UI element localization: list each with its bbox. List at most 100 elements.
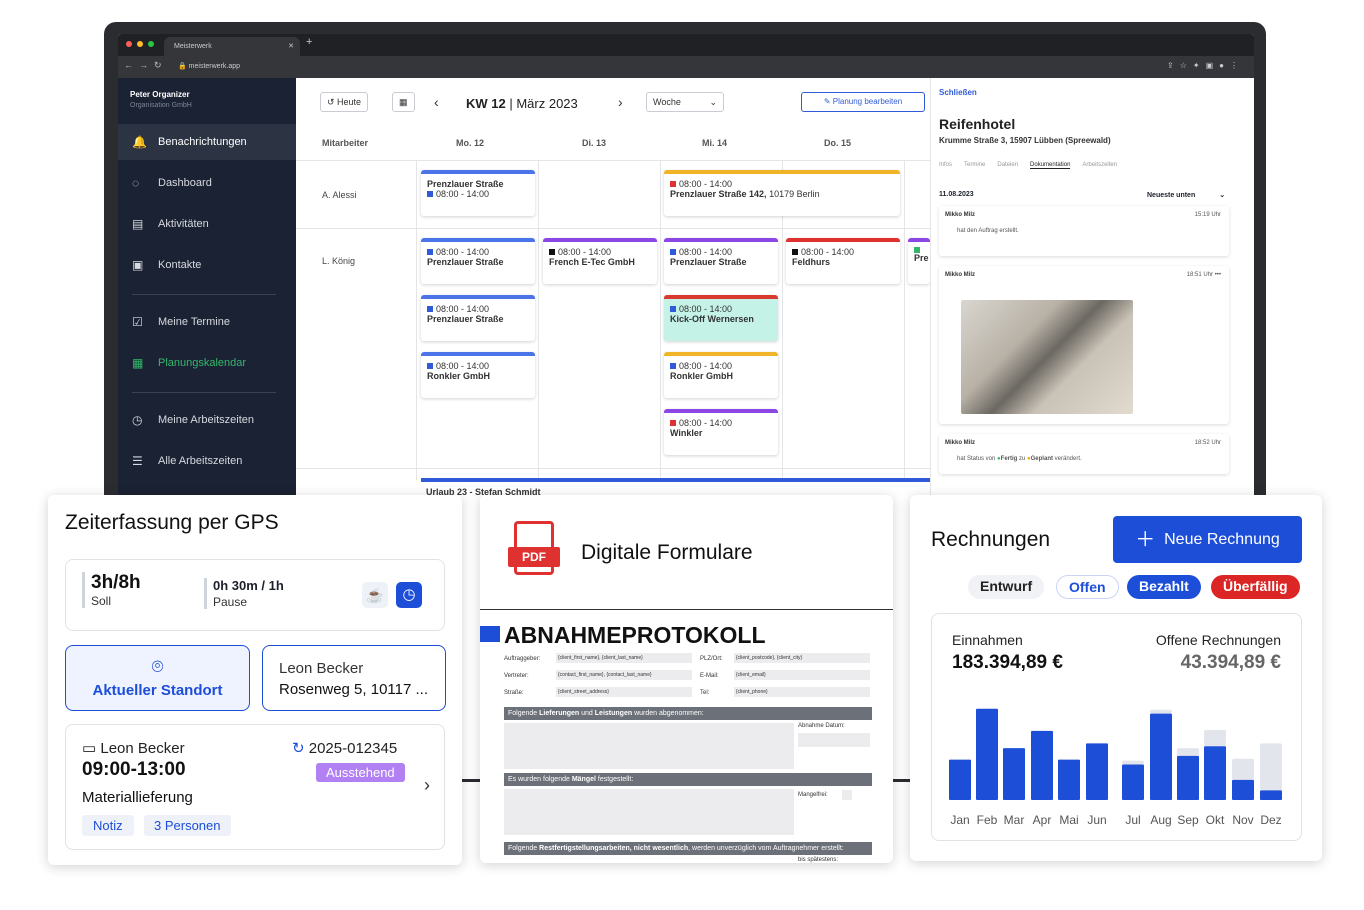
browser-tab[interactable]: Meisterwerk ✕ bbox=[164, 37, 300, 56]
sidebar-item-my-worktimes[interactable]: ◷ Meine Arbeitszeiten bbox=[118, 402, 296, 438]
clock-icon[interactable]: ◷ bbox=[396, 582, 422, 608]
calendar-event[interactable]: 08:00 - 14:00 Winkler bbox=[664, 409, 778, 455]
log-entry: Mikko Milz 18:51 Uhr ••• bbox=[939, 266, 1229, 424]
calendar-event[interactable]: 08:00 - 14:00 Ronkler GmbH bbox=[421, 352, 535, 398]
browser-action-icons[interactable]: ⇪☆✦▣●⋮ bbox=[1167, 61, 1244, 70]
chevron-right-icon[interactable]: › bbox=[424, 775, 430, 796]
sidebar-item-activities[interactable]: ▤ Aktivitäten bbox=[118, 206, 296, 242]
field-value[interactable]: {client_street_address} bbox=[556, 687, 692, 697]
dashboard-icon: ◌ bbox=[132, 176, 140, 190]
filter-draft[interactable]: Entwurf bbox=[968, 575, 1045, 599]
defect-free-checkbox[interactable] bbox=[842, 790, 852, 800]
calendar-event[interactable]: 08:00 - 14:00 Feldhurs bbox=[786, 238, 900, 284]
detail-address: Krumme Straße 3, 15907 Lübben (Spreewald… bbox=[939, 136, 1111, 145]
field-value[interactable]: {contact_first_name}, {contact_last_name… bbox=[556, 670, 692, 680]
deliveries-field[interactable] bbox=[504, 723, 794, 769]
tag-note[interactable]: Notiz bbox=[82, 815, 134, 836]
filter-overdue[interactable]: Überfällig bbox=[1211, 575, 1300, 599]
tab-appointments[interactable]: Termine bbox=[964, 162, 985, 169]
calendar-event[interactable]: 08:00 - 14:00 Prenzlauer Straße 142, 101… bbox=[664, 170, 900, 216]
field-value[interactable]: {client_postcode}, {client_city} bbox=[734, 653, 870, 663]
accept-date-field[interactable] bbox=[798, 733, 870, 747]
list-icon: ☰ bbox=[132, 454, 143, 468]
field-value[interactable]: {client_phone} bbox=[734, 687, 870, 697]
calendar-event[interactable]: Pre bbox=[908, 238, 930, 284]
section-text: Folgende bbox=[508, 845, 540, 852]
filter-open[interactable]: Offen bbox=[1056, 575, 1119, 599]
tab-infos[interactable]: Infos bbox=[939, 162, 952, 169]
new-invoice-button[interactable]: ＋ Neue Rechnung bbox=[1113, 516, 1302, 563]
sidebar-item-dashboard[interactable]: ◌ Dashboard bbox=[118, 165, 296, 201]
current-location-button[interactable]: ⌾ Aktueller Standort bbox=[65, 645, 250, 711]
sidebar-item-label: Alle Arbeitszeiten bbox=[158, 455, 243, 467]
url-field[interactable]: 🔒 meisterwerk.app bbox=[178, 62, 240, 70]
calendar-event[interactable]: 08:00 - 14:00 Prenzlauer Straße bbox=[664, 238, 778, 284]
field-label: Mangelfrei: bbox=[798, 792, 828, 798]
new-invoice-label: Neue Rechnung bbox=[1164, 531, 1280, 548]
close-window-dot[interactable] bbox=[126, 41, 132, 47]
browser-nav-icons[interactable]: ←→↻ bbox=[124, 60, 168, 71]
event-time: 08:00 - 14:00 bbox=[670, 179, 894, 189]
col-header-day: Di. 13 bbox=[582, 138, 607, 148]
log-entry: Mikko Milz 18:52 Uhr hat Status von ●Fer… bbox=[939, 434, 1229, 474]
tab-files[interactable]: Dateien bbox=[997, 162, 1018, 169]
field-value[interactable]: {client_email} bbox=[734, 670, 870, 680]
job-card[interactable]: ▭ Leon Becker ↻ 2025-012345 09:00-13:00 … bbox=[65, 724, 445, 850]
close-tab-icon[interactable]: ✕ bbox=[288, 37, 294, 56]
calendar-event[interactable]: 08:00 - 14:00 French E-Tec GmbH bbox=[543, 238, 657, 284]
calendar-event[interactable]: Prenzlauer Straße 08:00 - 14:00 bbox=[421, 170, 535, 216]
calendar-icon: ▭ bbox=[82, 740, 97, 757]
accent-block bbox=[480, 626, 500, 642]
refresh-icon: ↻ bbox=[292, 740, 305, 757]
job-person-row: ▭ Leon Becker bbox=[82, 739, 185, 757]
sidebar-item-label: Meine Termine bbox=[158, 316, 230, 328]
calendar-event[interactable]: 08:00 - 14:00 Ronkler GmbH bbox=[664, 352, 778, 398]
today-button[interactable]: ↺ Heute bbox=[320, 92, 369, 112]
time-summary: 3h/8h Soll 0h 30m / 1h Pause ☕ ◷ bbox=[65, 559, 445, 631]
event-name: French E-Tec GmbH bbox=[549, 257, 635, 267]
bar-income-Nov bbox=[1232, 779, 1254, 800]
sort-select[interactable]: Neueste unten ⌄ bbox=[1147, 191, 1225, 199]
bar-income-Aug bbox=[1150, 713, 1172, 800]
tag-people[interactable]: 3 Personen bbox=[144, 815, 231, 836]
edit-planning-button[interactable]: ✎ Planung bearbeiten bbox=[801, 92, 925, 112]
minimize-window-dot[interactable] bbox=[137, 41, 143, 47]
event-name: Ronkler GmbH bbox=[670, 371, 734, 381]
maximize-window-dot[interactable] bbox=[148, 41, 154, 47]
coffee-icon[interactable]: ☕ bbox=[362, 582, 388, 608]
new-tab-icon[interactable]: + bbox=[306, 36, 312, 48]
calendar-event[interactable]: 08:00 - 14:00 Kick-Off Wernersen bbox=[664, 295, 778, 341]
field-value[interactable]: {client_first_name}, {client_last_name} bbox=[556, 653, 692, 663]
calendar-event[interactable]: 08:00 - 14:00 Prenzlauer Straße bbox=[421, 295, 535, 341]
prev-week-icon[interactable]: ‹ bbox=[434, 94, 439, 110]
sidebar-item-my-appointments[interactable]: ☑ Meine Termine bbox=[118, 304, 296, 340]
log-entry: Mikko Milz 15:19 Uhr hat den Auftrag ers… bbox=[939, 206, 1229, 256]
sidebar-item-contacts[interactable]: ▣ Kontakte bbox=[118, 247, 296, 283]
bell-icon: 🔔 bbox=[132, 135, 147, 149]
view-select[interactable]: Woche ⌄ bbox=[646, 92, 724, 112]
bar-open-Aug bbox=[1150, 709, 1172, 714]
next-week-icon[interactable]: › bbox=[618, 94, 623, 110]
detail-title: Reifenhotel bbox=[939, 116, 1016, 132]
wiring-photo[interactable] bbox=[961, 300, 1133, 414]
more-icon[interactable]: ••• bbox=[1215, 272, 1221, 278]
filter-paid[interactable]: Bezahlt bbox=[1127, 575, 1201, 599]
address-card[interactable]: Leon Becker Rosenweg 5, 10117 ... bbox=[262, 645, 446, 711]
close-panel-button[interactable]: Schließen bbox=[939, 88, 977, 97]
tab-worktimes[interactable]: Arbeitszeiten bbox=[1082, 162, 1117, 169]
tab-documentation[interactable]: Dokumentation bbox=[1030, 162, 1071, 169]
calendar-event[interactable]: 08:00 - 14:00 Prenzlauer Straße bbox=[421, 238, 535, 284]
calendar-picker-icon[interactable]: ▦ bbox=[392, 92, 415, 112]
bar-open-Dez bbox=[1260, 743, 1282, 791]
x-tick-label: Jan bbox=[950, 813, 969, 827]
sidebar-item-notifications[interactable]: 🔔 Benachrichtungen bbox=[118, 124, 296, 160]
sidebar-item-planning-calendar[interactable]: ▦ Planungskalendar bbox=[118, 345, 296, 381]
x-tick-label: Nov bbox=[1232, 813, 1253, 827]
sidebar-item-all-worktimes[interactable]: ☰ Alle Arbeitszeiten bbox=[118, 443, 296, 479]
monthly-revenue-chart: Jan Feb Mar Apr Mai Jun Jul Aug Sep Okt Nov Dez bbox=[949, 708, 1282, 827]
vacation-bar[interactable] bbox=[421, 478, 930, 482]
bar-open-Jul bbox=[1122, 760, 1144, 765]
defects-field[interactable] bbox=[504, 789, 794, 835]
event-time: 08:00 - 14:00 bbox=[670, 418, 772, 428]
event-name: Prenzlauer Straße 142, bbox=[670, 189, 767, 199]
